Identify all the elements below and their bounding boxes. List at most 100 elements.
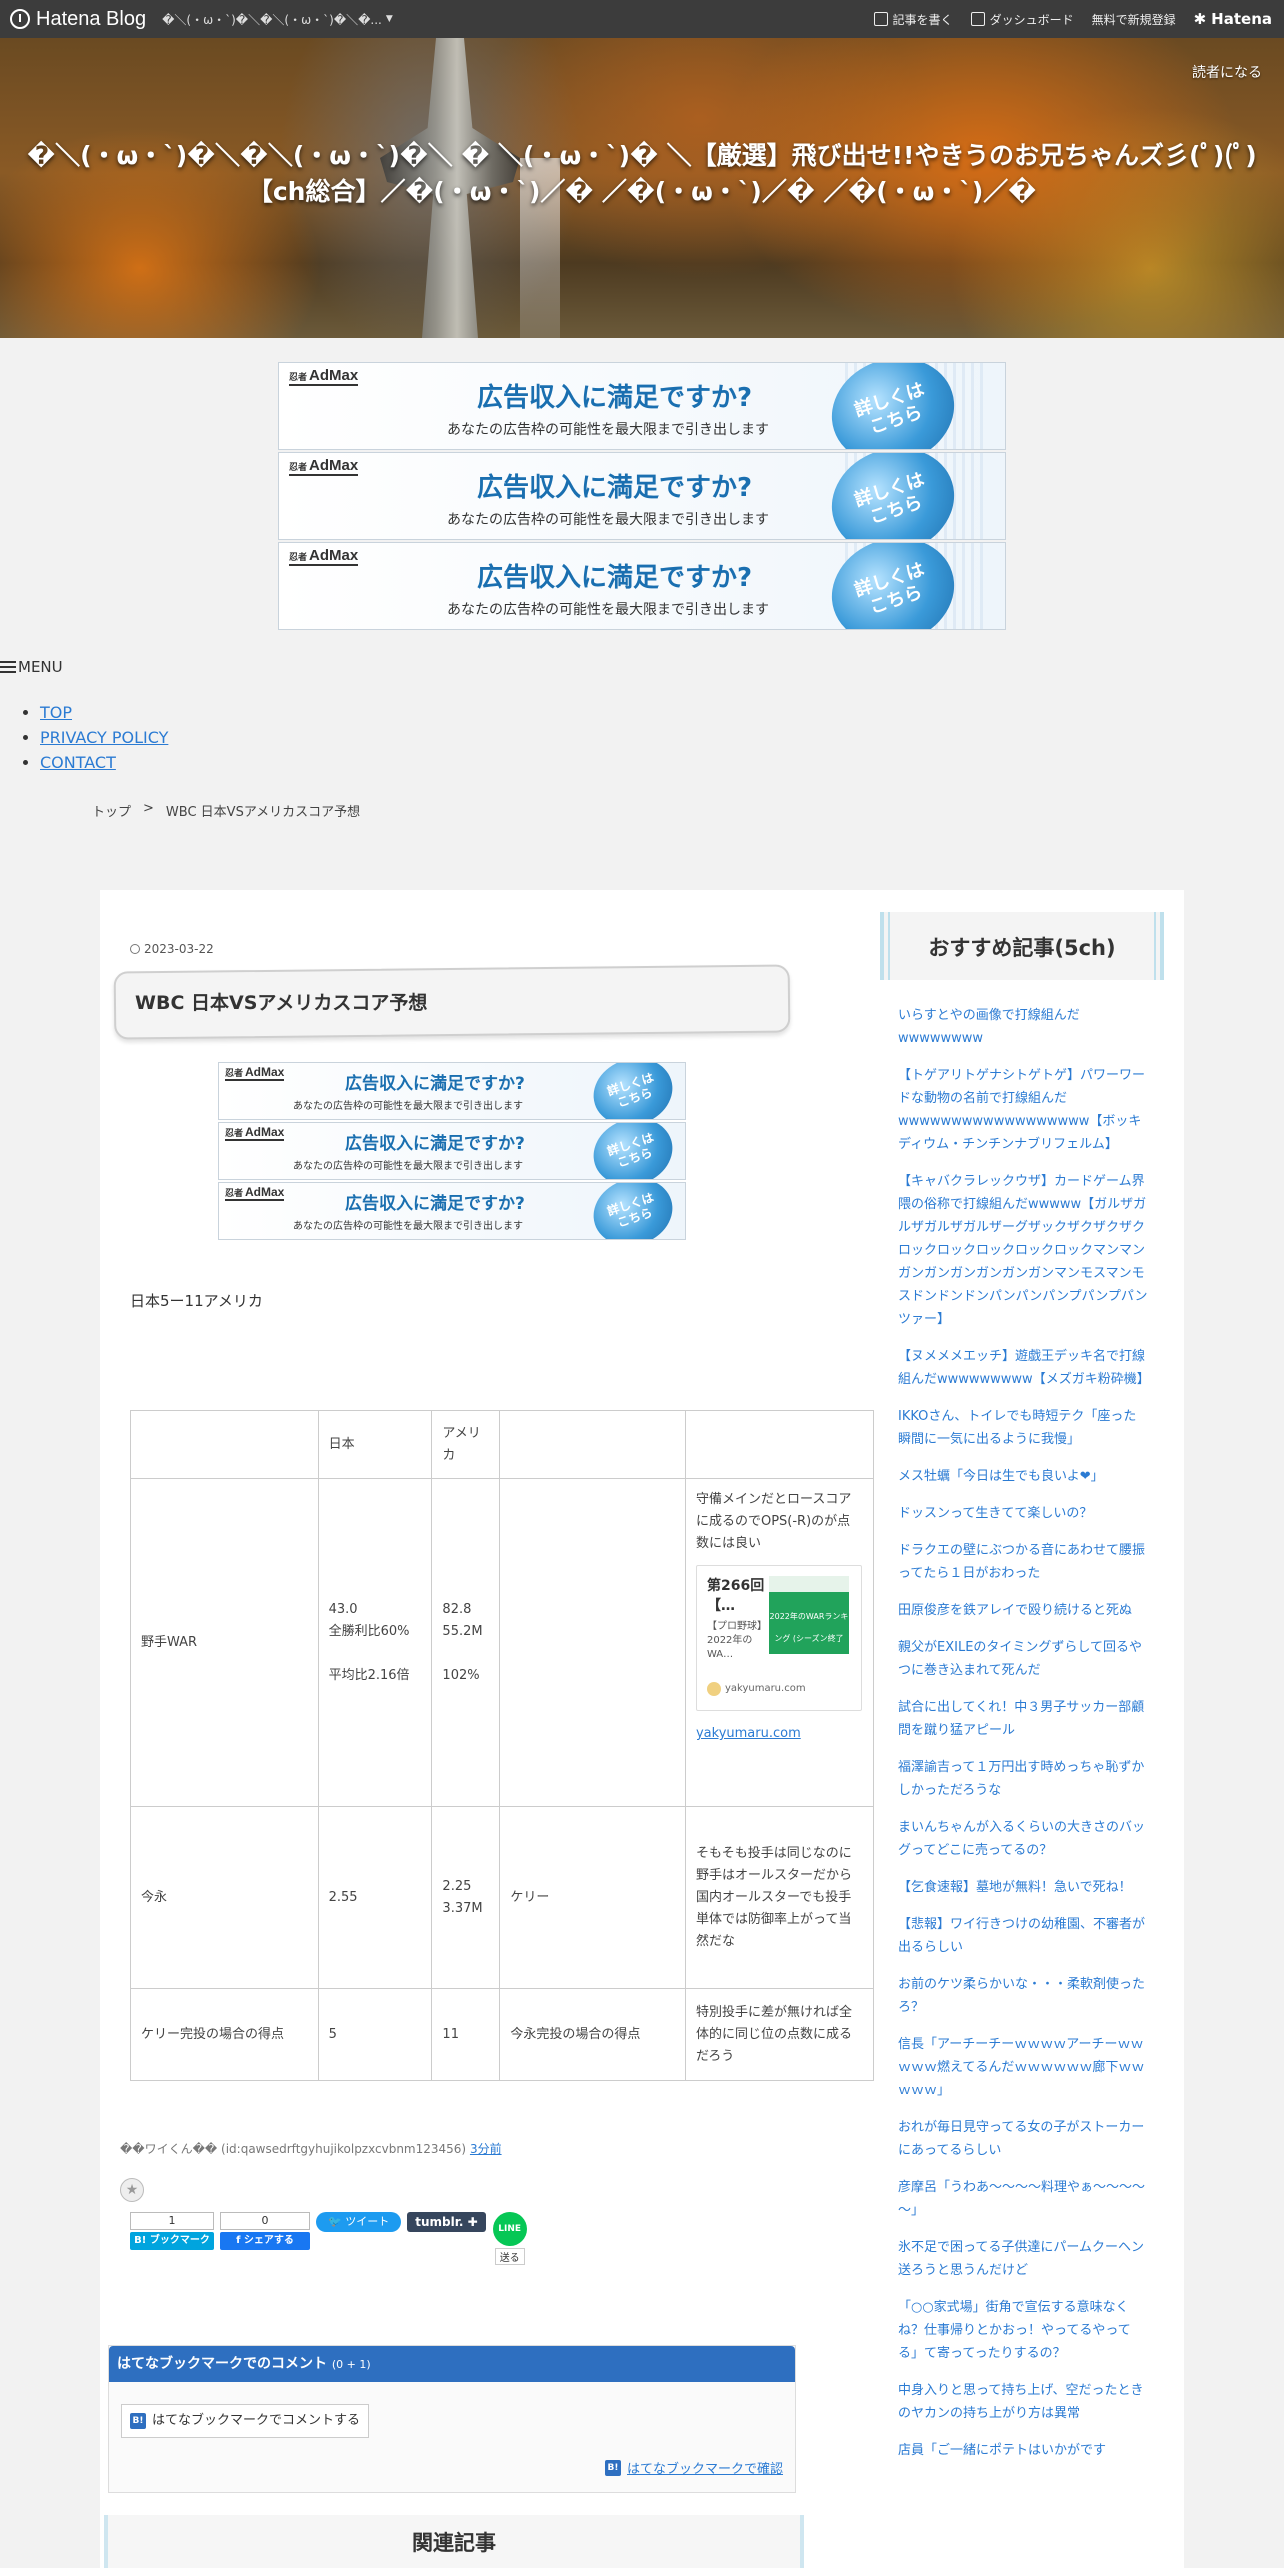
comment-with-bookmark-button[interactable]: B! はてなブックマークでコメントする bbox=[121, 2404, 370, 2438]
table-cell: 11 bbox=[431, 1988, 501, 2081]
add-star-icon[interactable]: ★ bbox=[120, 2178, 144, 2202]
sidebar-article-link[interactable]: 店員「ご一緒にポテトはいかがです bbox=[898, 2439, 1148, 2462]
write-post-label: 記事を書く bbox=[892, 12, 953, 27]
ad-banner-small[interactable]: 忍者 AdMax 広告収入に満足ですか? あなたの広告枠の可能性を最大限まで引き出… bbox=[218, 1062, 686, 1120]
sidebar-article-link[interactable]: 信長「アーチーチーｗｗｗｗアーチーｗｗｗｗｗ燃えてるんだｗｗｗｗｗｗ廊下ｗｗｗｗ… bbox=[898, 2033, 1148, 2102]
table-cell: 守備メインだとロースコアに成るのでOPS(-R)のが点数には良い 第266回 【… bbox=[684, 1478, 875, 1807]
ad-logo-main: AdMax bbox=[245, 1065, 285, 1079]
ad-details-button[interactable]: 詳しくは こちら bbox=[584, 1063, 682, 1119]
hatena-bookmark-share[interactable]: 1 B! ブックマーク bbox=[130, 2212, 214, 2250]
blog-switcher[interactable]: �＼(・ω・`)�＼�＼(・ω・`)�＼�... bbox=[162, 11, 382, 28]
signup-link[interactable]: 無料で新規登録 bbox=[1092, 11, 1176, 28]
sidebar-article-link[interactable]: 田原俊彦を鉄アレイで殴り続けると死ぬ bbox=[898, 1599, 1148, 1622]
table-cell: そもそも投手は同じなのに野手はオールスターだから国内オールスターでも投手単体では… bbox=[684, 1806, 875, 1989]
hatena-bookmark-button[interactable]: B! ブックマーク bbox=[130, 2232, 214, 2250]
facebook-share-count: 0 bbox=[220, 2212, 310, 2230]
related-articles-title: 関連記事 bbox=[412, 2531, 496, 2555]
sidebar-article-link[interactable]: 彦摩呂「うわあ～～～～料理やぁ～～～～～」 bbox=[898, 2176, 1148, 2222]
link-card[interactable]: 第266回 【… 【プロ野球】2022年のWA… 2022年のWARランキング … bbox=[695, 1565, 862, 1711]
facebook-share[interactable]: 0 f シェアする bbox=[220, 2212, 310, 2250]
ad-logo: 忍者 AdMax bbox=[225, 1065, 285, 1081]
table-cell: 今永 bbox=[130, 1806, 319, 1989]
post-time-link[interactable]: 3分前 bbox=[470, 2142, 502, 2156]
table-cell: 43.0 全勝利比60% 平均比2.16倍 bbox=[317, 1478, 433, 1807]
caret-down-icon[interactable]: ▼ bbox=[386, 14, 393, 24]
sidebar-article-link[interactable]: 【悲報】ワイ行きつけの幼稚園、不審者が出るらしい bbox=[898, 1913, 1148, 1959]
sidebar-article-link[interactable]: 試合に出してくれ！中３男子サッカー部顧問を蹴り猛アピール bbox=[898, 1696, 1148, 1742]
sidebar-article-link[interactable]: 親父がEXILEのタイミングずらして回るやつに巻き込まれて死んだ bbox=[898, 1636, 1148, 1682]
menu-link-contact[interactable]: CONTACT bbox=[40, 753, 116, 772]
ad-headline: 広告収入に満足ですか? bbox=[345, 1194, 525, 1214]
ad-banner[interactable]: 忍者 AdMax 広告収入に満足ですか? あなたの広告枠の可能性を最大限まで引き出… bbox=[278, 362, 1006, 450]
subscribe-button[interactable]: 読者になる bbox=[1192, 62, 1262, 82]
ad-logo-sub: 忍者 bbox=[225, 1128, 244, 1138]
source-link[interactable]: yakyumaru.com bbox=[696, 1723, 863, 1745]
ad-banner-small[interactable]: 忍者 AdMax 広告収入に満足ですか? あなたの広告枠の可能性を最大限まで引き出… bbox=[218, 1122, 686, 1180]
ad-banner[interactable]: 忍者 AdMax 広告収入に満足ですか? あなたの広告枠の可能性を最大限まで引き出… bbox=[278, 452, 1006, 540]
sidebar-article-link[interactable]: 【キャバクラレックウザ】カードゲーム界隈の俗称で打線組んだwwwww【ガルザガル… bbox=[898, 1170, 1148, 1331]
sidebar-article-link[interactable]: メス牡蠣「今日は生でも良いよ❤」 bbox=[898, 1465, 1148, 1488]
table-cell: 特別投手に差が無ければ全体的に同じ位の点数に成るだろう bbox=[684, 1988, 875, 2081]
ad-logo-sub: 忍者 bbox=[225, 1188, 244, 1198]
line-share[interactable]: LINE 送る bbox=[492, 2212, 528, 2265]
facebook-share-button[interactable]: f シェアする bbox=[220, 2232, 310, 2250]
menu-link-top[interactable]: TOP bbox=[40, 703, 72, 722]
table-header-cell bbox=[499, 1410, 686, 1479]
post-date[interactable]: 2023-03-22 bbox=[130, 942, 214, 956]
ad-details-button[interactable]: 詳しくは こちら bbox=[584, 1183, 682, 1239]
table-row: 今永 2.55 2.25 3.37M ケリー そもそも投手は同じなのに野手はオー… bbox=[130, 1806, 875, 1989]
ad-banner-small[interactable]: 忍者 AdMax 広告収入に満足ですか? あなたの広告枠の可能性を最大限まで引き出… bbox=[218, 1182, 686, 1240]
sidebar-article-link[interactable]: 【トゲアリトゲナシトゲトゲ】パワーワードな動物の名前で打線組んだwwwwwwww… bbox=[898, 1064, 1148, 1156]
hatena-blog-logo[interactable]: Hatena Blog bbox=[10, 8, 146, 31]
edit-icon bbox=[873, 12, 888, 26]
ad-headline: 広告収入に満足ですか? bbox=[345, 1074, 525, 1094]
sidebar-article-link[interactable]: 【ヌメメメエッチ】遊戯王デッキ名で打線組んだwwwwwwwww【メズガキ粉砕機】 bbox=[898, 1345, 1150, 1391]
war-average: 102% bbox=[442, 1667, 480, 1683]
tweet-button[interactable]: 🐦 ツイート bbox=[316, 2212, 402, 2232]
dashboard-link[interactable]: ダッシュボード bbox=[970, 11, 1074, 28]
line-send-label[interactable]: 送る bbox=[494, 2248, 525, 2265]
menu-toggle[interactable]: MENU bbox=[0, 658, 63, 676]
sidebar-article-link[interactable]: ドッスンって生きてて楽しいの？ bbox=[898, 1502, 1148, 1525]
breadcrumb-current: WBC 日本VSアメリカスコア予想 bbox=[165, 805, 361, 820]
table-header-cell: アメリカ bbox=[431, 1410, 501, 1479]
view-bookmarks-link[interactable]: B! はてなブックマークで確認 bbox=[604, 2458, 783, 2477]
hatena-blog-logo-icon bbox=[10, 9, 30, 29]
sidebar-article-link[interactable]: おれが毎日見守ってる女の子がストーカーにあってるらしい bbox=[898, 2116, 1148, 2162]
sidebar-article-link[interactable]: IKKOさん、トイレでも時短テク「座った瞬間に一気に出るように我慢」 bbox=[898, 1405, 1148, 1451]
sidebar-article-link[interactable]: ドラクエの壁にぶつかる音にあわせて腰振ってたら１日がおわった bbox=[898, 1539, 1148, 1585]
ad-logo: 忍者 AdMax bbox=[289, 457, 359, 476]
hatena-comments-box: はてなブックマークでのコメント (0 + 1) B! はてなブックマークでコメン… bbox=[108, 2345, 796, 2493]
sidebar-article-link[interactable]: お前のケツ柔らかいな・・・柔軟剤使ったろ？ bbox=[898, 1973, 1148, 2019]
table-header-row: 日本 アメリカ bbox=[130, 1410, 875, 1479]
link-card-thumbnail: 2022年のWARランキング (シーズン終了版) bbox=[768, 1576, 849, 1665]
sidebar-article-link[interactable]: 中身入りと思って持ち上げ、空だったときのヤカンの持ち上がり方は異常 bbox=[898, 2379, 1148, 2425]
recommended-articles-list: いらすとやの画像で打線組んだwwwwwwww 【トゲアリトゲナシトゲトゲ】パワーワ… bbox=[898, 1004, 1150, 2476]
author-name[interactable]: ��ワイくん�� (id:qawsedrftgyhujikolpzxcvbnm1… bbox=[120, 2142, 466, 2156]
blog-title[interactable]: �＼(・ω・`)�＼�＼(・ω・`)�＼ � ＼(・ω・`)� ＼【厳選】飛び出… bbox=[0, 138, 1284, 210]
sidebar-article-link[interactable]: いらすとやの画像で打線組んだwwwwwwww bbox=[898, 1004, 1148, 1050]
sidebar-article-link[interactable]: 福澤諭吉って１万円出す時めっちゃ恥ずかしかっただろうな bbox=[898, 1756, 1148, 1802]
sidebar-article-link[interactable]: まいんちゃんが入るくらいの大きさのバッグってどこに売ってるの？ bbox=[898, 1816, 1148, 1862]
table-cell: 2.55 bbox=[317, 1806, 433, 1989]
sidebar-article-link[interactable]: 氷不足で困ってる子供達にパームクーヘン送ろうと思うんだけど bbox=[898, 2236, 1148, 2282]
menu-link-privacy[interactable]: PRIVACY POLICY bbox=[40, 728, 168, 747]
write-post-link[interactable]: 記事を書く bbox=[873, 11, 953, 28]
ad-headline: 広告収入に満足ですか? bbox=[477, 383, 753, 413]
ad-logo-sub: 忍者 bbox=[289, 552, 308, 562]
ad-body: あなたの広告枠の可能性を最大限まで引き出します bbox=[293, 1161, 523, 1172]
link-card-site-name: yakyumaru.com bbox=[724, 1683, 806, 1694]
hatena-bookmark-count: 1 bbox=[130, 2212, 214, 2230]
tumblr-share-button[interactable]: tumblr. ✚ bbox=[407, 2212, 486, 2232]
ad-details-button[interactable]: 詳しくは こちら bbox=[584, 1123, 682, 1179]
hatena-menu[interactable]: ✱ Hatena bbox=[1194, 10, 1272, 28]
ad-body: あなたの広告枠の可能性を最大限まで引き出します bbox=[447, 422, 769, 438]
post-title[interactable]: WBC 日本VSアメリカスコア予想 bbox=[135, 988, 427, 1015]
sidebar-article-link[interactable]: 【乞食速報】墓地が無料！急いで死ね！ bbox=[898, 1876, 1148, 1899]
table-cell: 野手WAR bbox=[130, 1478, 319, 1807]
hatena-blog-logo-text: Hatena Blog bbox=[36, 7, 147, 30]
sidebar-article-link[interactable]: 「○○家式場」街角で宣伝する意味なくね？仕事帰りとかおっ！やってるやってる」て寄… bbox=[898, 2296, 1148, 2365]
breadcrumb-home[interactable]: トップ bbox=[92, 801, 131, 820]
ad-banner[interactable]: 忍者 AdMax 広告収入に満足ですか? あなたの広告枠の可能性を最大限まで引き出… bbox=[278, 542, 1006, 630]
